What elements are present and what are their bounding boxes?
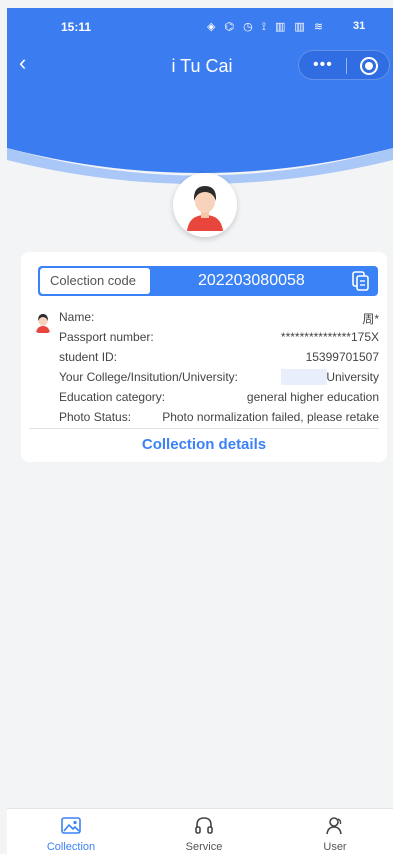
tab-label: User xyxy=(323,841,347,853)
status-time: 15:11 xyxy=(61,20,92,34)
capsule-divider xyxy=(346,58,347,74)
person-avatar-icon xyxy=(173,173,237,237)
status-icons: ◈ ⌬ ◷ ⟟ ▥ ▥ ≋ xyxy=(207,21,327,33)
redacted-block xyxy=(281,369,327,385)
info-value: Photo normalization failed, please retak… xyxy=(162,410,379,424)
person-avatar-icon-small xyxy=(36,314,50,333)
battery-level: 31 xyxy=(353,20,366,32)
tab-service[interactable]: Service xyxy=(164,815,244,854)
info-label: Photo Status: xyxy=(59,410,132,424)
info-row-name: Name: 周* xyxy=(59,308,379,328)
info-value: ***************175X xyxy=(280,330,379,344)
info-value: general higher education xyxy=(246,390,379,404)
page-title: i Tu Cai xyxy=(171,56,233,76)
image-icon xyxy=(61,817,81,834)
collection-code-value: 202203080058 xyxy=(198,272,305,289)
avatar xyxy=(173,173,237,237)
bottom-tab-bar: Collection Service User xyxy=(7,808,393,854)
info-label: Name: xyxy=(59,310,95,324)
info-value: University xyxy=(326,370,379,384)
collection-code-label: Colection code xyxy=(40,268,150,294)
tab-label: Collection xyxy=(46,841,96,853)
info-row-education: Education category: general higher educa… xyxy=(59,388,379,408)
info-label: student ID: xyxy=(59,350,118,364)
phone-screen: 15:11 ◈ ⌬ ◷ ⟟ ▥ ▥ ≋ 31 ‹ i Tu Cai ••• Co… xyxy=(7,8,393,854)
tab-user[interactable]: User xyxy=(295,815,375,854)
info-row-university: Your College/Insitution/University: Univ… xyxy=(59,368,379,388)
small-avatar xyxy=(31,310,55,334)
close-miniprogram-button[interactable] xyxy=(360,57,378,75)
info-label: Your College/Insitution/University: xyxy=(59,370,238,384)
divider xyxy=(29,428,379,429)
tab-collection[interactable]: Collection xyxy=(31,815,111,854)
info-row-student-id: student ID: 15399701507 xyxy=(59,348,379,368)
mini-program-capsule: ••• xyxy=(298,50,390,80)
back-button[interactable]: ‹ xyxy=(19,52,43,76)
collection-card: Colection code 202203080058 Name: 周* Pas… xyxy=(21,252,387,462)
info-row-photo-status: Photo Status: Photo normalization failed… xyxy=(59,408,379,428)
info-list: Name: 周* Passport number: **************… xyxy=(59,308,379,428)
collection-details-link[interactable]: Collection details xyxy=(21,436,387,453)
info-value: 15399701507 xyxy=(305,350,379,364)
info-row-passport: Passport number: ***************175X xyxy=(59,328,379,348)
headset-icon xyxy=(195,817,213,834)
collection-code-box: Colection code 202203080058 xyxy=(38,266,378,296)
info-label: Passport number: xyxy=(59,330,154,344)
tab-label: Service xyxy=(185,841,223,853)
status-bar: 15:11 ◈ ⌬ ◷ ⟟ ▥ ▥ ≋ 31 xyxy=(7,17,393,39)
more-menu-button[interactable]: ••• xyxy=(313,56,333,74)
header-banner: 15:11 ◈ ⌬ ◷ ⟟ ▥ ▥ ≋ 31 ‹ i Tu Cai ••• xyxy=(7,8,393,198)
info-value: 周* xyxy=(362,312,379,326)
user-icon xyxy=(326,817,342,835)
info-label: Education category: xyxy=(59,390,166,404)
copy-icon[interactable] xyxy=(352,271,370,291)
